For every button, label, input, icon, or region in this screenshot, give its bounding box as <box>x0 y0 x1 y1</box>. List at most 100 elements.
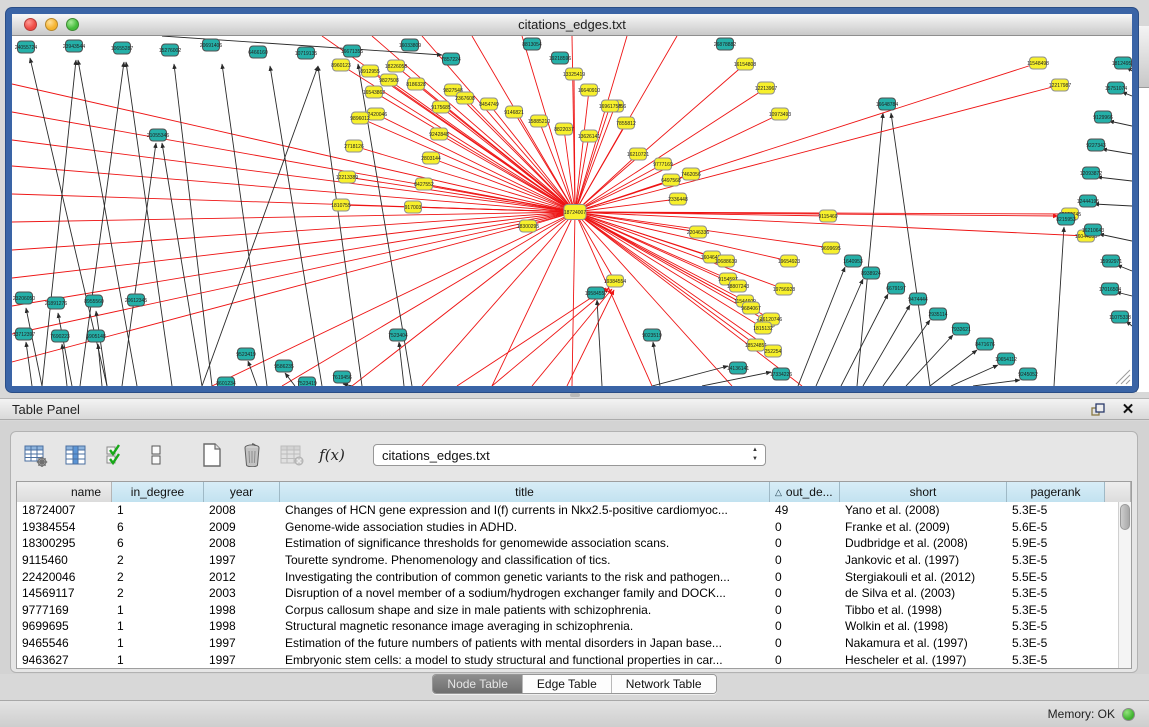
network-node[interactable]: 6497568 <box>661 174 681 186</box>
network-edge[interactable] <box>96 311 107 386</box>
network-node[interactable]: 8955560 <box>84 295 104 307</box>
network-node[interactable]: 16543862 <box>363 86 385 98</box>
network-node[interactable]: 12213389 <box>336 171 358 183</box>
table-mode-button[interactable] <box>21 440 51 470</box>
network-edge[interactable] <box>282 212 575 386</box>
network-node[interactable]: 12444195 <box>1077 195 1099 207</box>
cell-short[interactable]: Hescheler et al. (1997) <box>840 653 1007 667</box>
table-row[interactable]: 1938455462009Genome-wide association stu… <box>17 519 1118 536</box>
network-node[interactable]: 13626141 <box>578 130 600 142</box>
cell-title[interactable]: Structural magnetic resonance image aver… <box>280 619 770 633</box>
network-node[interactable]: 9474444 <box>908 293 928 305</box>
cell-name[interactable]: 22420046 <box>17 570 112 584</box>
delete-column-button[interactable] <box>237 440 267 470</box>
cell-in_degree[interactable]: 2 <box>112 570 204 584</box>
cell-year[interactable]: 2009 <box>204 520 280 534</box>
network-node[interactable]: 9245052 <box>1018 368 1038 380</box>
network-node[interactable]: 16648784 <box>876 98 898 110</box>
network-edge[interactable] <box>575 212 763 328</box>
tab-node-table[interactable]: Node Table <box>433 675 522 693</box>
cell-title[interactable]: Genome-wide association studies in ADHD. <box>280 520 770 534</box>
network-node[interactable]: 252254 <box>765 345 782 357</box>
network-edge[interactable] <box>1097 177 1132 181</box>
network-edge[interactable] <box>1099 234 1132 241</box>
network-node[interactable]: 15276002 <box>159 44 181 56</box>
cell-short[interactable]: Franke et al. (2009) <box>840 520 1007 534</box>
delete-table-button[interactable] <box>277 440 307 470</box>
network-node[interactable]: 9896012 <box>350 112 370 124</box>
table-row[interactable]: 946362711997Embryonic stem cells: a mode… <box>17 651 1118 668</box>
network-node[interactable]: 7462056 <box>681 168 701 180</box>
cell-pagerank[interactable]: 5.3E-5 <box>1007 619 1105 633</box>
network-node[interactable]: 8822037 <box>554 123 574 135</box>
network-node[interactable]: 9699695 <box>821 242 841 254</box>
cell-year[interactable]: 2003 <box>204 586 280 600</box>
row-height-button[interactable] <box>141 440 171 470</box>
network-edge[interactable] <box>212 212 575 386</box>
network-node[interactable]: 5905148 <box>86 330 106 342</box>
column-header-short[interactable]: short <box>840 482 1007 502</box>
network-node[interactable]: 13712397 <box>13 328 35 340</box>
close-window-button[interactable] <box>24 18 37 31</box>
network-node[interactable]: 7932621 <box>951 323 971 335</box>
network-node[interactable]: 10654112 <box>995 353 1017 365</box>
cell-in_degree[interactable]: 6 <box>112 520 204 534</box>
table-row[interactable]: 1456911722003Disruption of a novel membe… <box>17 585 1118 602</box>
network-node[interactable]: 9777169 <box>653 158 673 170</box>
network-node[interactable]: 18226058 <box>385 60 407 72</box>
cell-year[interactable]: 1997 <box>204 553 280 567</box>
network-edge[interactable] <box>126 62 172 386</box>
network-node[interactable]: 23206050 <box>13 292 35 304</box>
network-node[interactable]: 2336448 <box>668 193 688 205</box>
network-node[interactable]: 6679197 <box>886 282 906 294</box>
network-node[interactable]: 16210643 <box>1082 224 1104 236</box>
cell-year[interactable]: 1997 <box>204 653 280 667</box>
cell-short[interactable]: Tibbo et al. (1998) <box>840 603 1007 617</box>
network-node[interactable]: 7523404 <box>388 329 408 341</box>
network-edge[interactable] <box>26 342 32 386</box>
network-edge[interactable] <box>270 66 322 386</box>
network-edge[interactable] <box>422 212 575 386</box>
network-node[interactable]: 17016504 <box>1099 283 1121 295</box>
network-edge[interactable] <box>12 166 575 212</box>
network-edge[interactable] <box>973 380 1020 386</box>
select-rows-button[interactable] <box>101 440 131 470</box>
network-node[interactable]: 8601234 <box>216 377 236 386</box>
table-row[interactable]: 2242004622012Investigating the contribut… <box>17 568 1118 585</box>
cell-out_de[interactable]: 0 <box>770 586 840 600</box>
network-edge[interactable] <box>492 212 575 386</box>
cell-name[interactable]: 9115460 <box>17 553 112 567</box>
network-node[interactable]: 1815132 <box>753 322 773 334</box>
cell-name[interactable]: 18724007 <box>17 503 112 517</box>
network-node[interactable]: 26878882 <box>714 38 736 50</box>
network-node[interactable]: 2367608 <box>455 92 475 104</box>
cell-in_degree[interactable]: 1 <box>112 636 204 650</box>
cell-in_degree[interactable]: 1 <box>112 603 204 617</box>
show-columns-button[interactable] <box>61 440 91 470</box>
network-edge[interactable] <box>891 113 930 386</box>
network-node[interactable]: 7523419 <box>297 377 317 386</box>
cell-short[interactable]: Jankovic et al. (1997) <box>840 553 1007 567</box>
cell-pagerank[interactable]: 5.3E-5 <box>1007 503 1105 517</box>
network-node[interactable]: 23943544 <box>63 40 85 52</box>
network-canvas[interactable]: 8960123891295518226058982750881863281654… <box>12 36 1132 386</box>
network-node[interactable]: 1640953 <box>843 255 863 267</box>
cell-pagerank[interactable]: 5.6E-5 <box>1007 520 1105 534</box>
resize-grip[interactable] <box>1116 370 1130 384</box>
cell-year[interactable]: 2008 <box>204 536 280 550</box>
network-node[interactable]: 17334226 <box>770 368 792 380</box>
network-node[interactable]: 24055724 <box>15 41 37 53</box>
network-node[interactable]: 8938924 <box>861 267 881 279</box>
network-edge[interactable] <box>1054 227 1064 386</box>
network-edge[interactable] <box>816 279 863 386</box>
network-node[interactable]: 9115460 <box>818 210 837 222</box>
network-edge[interactable] <box>575 63 1038 212</box>
network-node[interactable]: 12213967 <box>755 82 777 94</box>
network-edge[interactable] <box>441 107 575 212</box>
network-node[interactable]: 2718126 <box>344 140 364 152</box>
table-scrollbar[interactable] <box>1118 502 1131 668</box>
network-edge[interactable] <box>653 342 660 386</box>
function-builder-button[interactable]: f(x) <box>317 440 347 470</box>
network-node[interactable]: 18124952 <box>1112 57 1132 69</box>
network-node[interactable]: 8454749 <box>479 98 499 110</box>
